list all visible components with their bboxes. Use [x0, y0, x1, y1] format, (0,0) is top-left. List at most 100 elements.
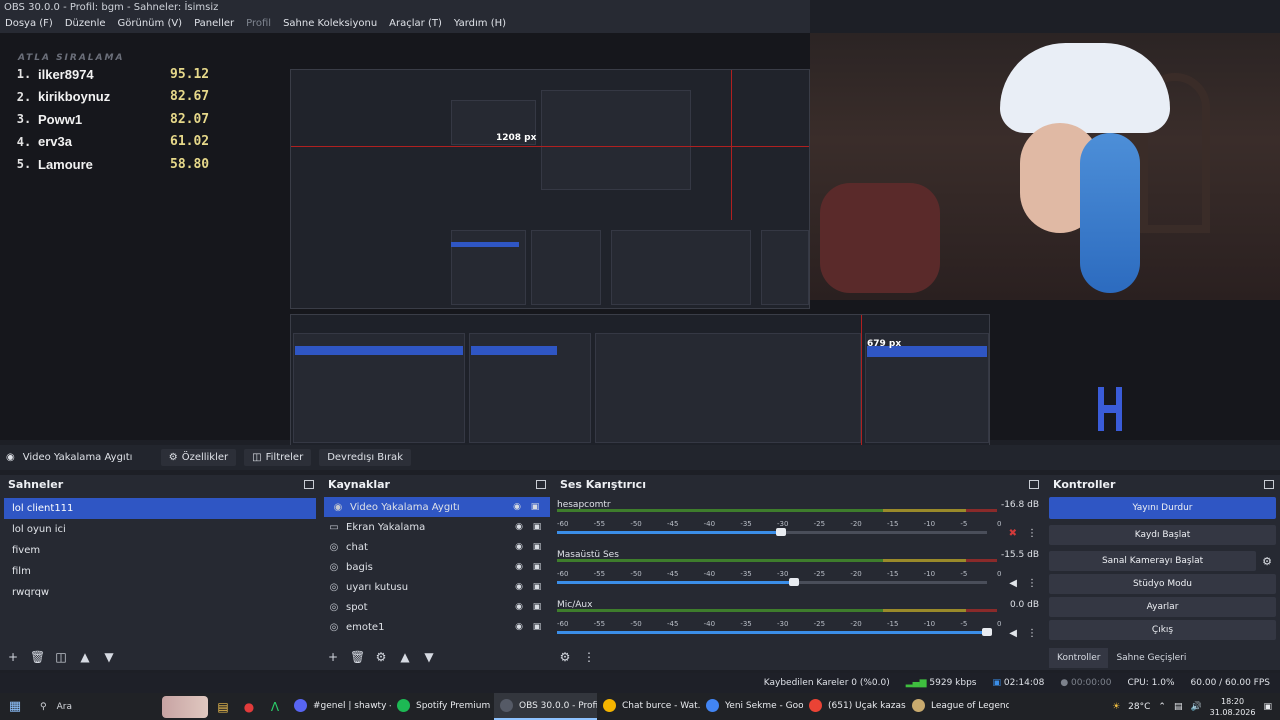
visibility-eye-icon[interactable]: ◉	[510, 582, 528, 592]
taskbar-search[interactable]: ⚲ Ara	[30, 693, 160, 720]
undock-icon[interactable]	[536, 480, 546, 489]
app-green-icon[interactable]: Λ	[262, 693, 288, 720]
menu-item[interactable]: Araçlar (T)	[389, 15, 442, 33]
visibility-eye-icon[interactable]: ◉	[510, 562, 528, 572]
lock-icon[interactable]: ▣	[528, 602, 546, 612]
move-down-icon[interactable]: ▼	[422, 650, 436, 664]
more-options-icon[interactable]: ⋮	[1027, 628, 1037, 639]
visibility-eye-icon[interactable]: ◉	[510, 542, 528, 552]
more-options-icon[interactable]: ⋮	[1027, 528, 1037, 539]
source-item[interactable]: ◎ chat ◉ ▣	[320, 537, 552, 557]
menu-item[interactable]: Görünüm (V)	[118, 15, 183, 33]
source-item[interactable]: ◉ Video Yakalama Aygıtı ◉ ▣	[324, 497, 550, 517]
menu-item[interactable]: Sahne Koleksiyonu	[283, 15, 377, 33]
app-red-icon[interactable]: ●	[236, 693, 262, 720]
lock-icon[interactable]: ▣	[528, 562, 546, 572]
network-icon[interactable]: ▤	[1174, 702, 1183, 712]
scene-item[interactable]: rwqrqw	[4, 582, 316, 603]
stop-stream-button[interactable]: Yayını Durdur	[1049, 497, 1276, 519]
trash-icon[interactable]: 🗑	[350, 650, 365, 664]
volume-slider[interactable]	[557, 578, 987, 586]
scene-item[interactable]: fivem	[4, 540, 316, 561]
add-icon[interactable]: +	[326, 650, 340, 664]
exit-button[interactable]: Çıkış	[1049, 620, 1276, 640]
filters-button[interactable]: ◫ Filtreler	[244, 449, 312, 466]
move-up-icon[interactable]: ▲	[398, 650, 412, 664]
tab-scene-transitions[interactable]: Sahne Geçişleri	[1108, 648, 1194, 668]
trash-icon[interactable]: 🗑	[30, 650, 45, 664]
scene-filters-icon[interactable]: ◫	[54, 650, 68, 664]
meter-tick: -20	[850, 520, 862, 528]
lock-icon[interactable]: ▣	[528, 542, 546, 552]
tab-controls[interactable]: Kontroller	[1049, 648, 1109, 668]
more-options-icon[interactable]: ⋮	[582, 650, 596, 664]
undock-icon[interactable]	[1264, 480, 1274, 489]
preview-canvas[interactable]: ATLA SIRALAMA 1. ilker8974 95.12 2. kirikboy…	[0, 33, 1280, 466]
visibility-eye-icon[interactable]: ◉	[510, 602, 528, 612]
virtual-camera-button[interactable]: Sanal Kamerayı Başlat	[1049, 551, 1257, 571]
source-item[interactable]: ▭ Ekran Yakalama ◉ ▣	[320, 517, 552, 537]
menu-item[interactable]: Düzenle	[65, 15, 106, 33]
taskbar-app[interactable]: #genel | shawty - ...	[288, 693, 391, 720]
start-record-button[interactable]: Kaydı Başlat	[1049, 525, 1276, 545]
source-item[interactable]: ◎ bagis ◉ ▣	[320, 557, 552, 577]
notification-icon[interactable]: ▣	[1263, 702, 1272, 712]
move-down-icon[interactable]: ▼	[102, 650, 116, 664]
add-icon[interactable]: +	[6, 650, 20, 664]
studio-mode-button[interactable]: Stüdyo Modu	[1049, 574, 1276, 594]
windows-start-icon[interactable]: ▦	[0, 699, 30, 714]
source-item[interactable]: ◎ uyarı kutusu ◉ ▣	[320, 577, 552, 597]
gear-icon[interactable]: ⚙	[1262, 555, 1272, 568]
undock-icon[interactable]	[1029, 480, 1039, 489]
cpu-usage: CPU: 1.0%	[1127, 678, 1175, 688]
source-item[interactable]: ◎ emote1 ◉ ▣	[320, 617, 552, 637]
mixer-channel: Masaüstü Ses -15.5 dB -60 -55 -50 -45 -40 -35 -3…	[552, 548, 1045, 598]
scene-item[interactable]: lol oyun ici	[4, 519, 316, 540]
undock-icon[interactable]	[304, 480, 314, 489]
meter-tick: -15	[887, 570, 899, 578]
gear-icon[interactable]: ⚙	[374, 650, 388, 664]
deactivate-button[interactable]: Devredışı Bırak	[319, 449, 411, 466]
menu-item[interactable]: Paneller	[194, 15, 234, 33]
volume-slider[interactable]	[557, 528, 987, 536]
more-options-icon[interactable]: ⋮	[1027, 578, 1037, 589]
clock[interactable]: 18:20 31.08.2026	[1210, 696, 1256, 718]
muted-speaker-icon[interactable]: ✖	[1009, 528, 1017, 539]
taskbar-app[interactable]: OBS 30.0.0 - Profil...	[494, 693, 597, 720]
scene-item[interactable]: lol client111	[4, 498, 316, 519]
volume-icon[interactable]: 🔊	[1190, 702, 1201, 712]
volume-knob[interactable]	[775, 528, 786, 536]
volume-slider[interactable]	[557, 628, 992, 636]
menu-item[interactable]: Yardım (H)	[454, 15, 506, 33]
taskbar-app[interactable]: Yeni Sekme - Goo...	[700, 693, 803, 720]
volume-knob[interactable]	[788, 578, 799, 586]
visibility-eye-icon[interactable]: ◉	[510, 622, 528, 632]
lock-icon[interactable]: ▣	[528, 522, 546, 532]
camera-icon: ◉	[333, 501, 343, 513]
settings-button[interactable]: Ayarlar	[1049, 597, 1276, 617]
tray-expand-icon[interactable]: ⌃	[1158, 702, 1166, 712]
folder-icon[interactable]: ▤	[210, 693, 236, 720]
lock-icon[interactable]: ▣	[526, 502, 544, 512]
volume-knob[interactable]	[982, 628, 992, 636]
meter-tick: -5	[960, 570, 968, 578]
visibility-eye-icon[interactable]: ◉	[510, 522, 528, 532]
properties-button[interactable]: ⚙ Özellikler	[160, 449, 237, 466]
search-highlight-icon[interactable]	[160, 693, 210, 720]
speaker-icon[interactable]: ◀	[1009, 578, 1017, 589]
source-item[interactable]: ◎ spot ◉ ▣	[320, 597, 552, 617]
weather-icon[interactable]: ☀	[1112, 702, 1120, 712]
taskbar-app[interactable]: (651) Uçak kazası !...	[803, 693, 906, 720]
mixer-settings-icon[interactable]: ⚙	[558, 650, 572, 664]
taskbar-app[interactable]: Chat burce - Wat...	[597, 693, 700, 720]
menu-item[interactable]: Dosya (F)	[5, 15, 53, 33]
lock-icon[interactable]: ▣	[528, 582, 546, 592]
move-up-icon[interactable]: ▲	[78, 650, 92, 664]
lock-icon[interactable]: ▣	[528, 622, 546, 632]
speaker-icon[interactable]: ◀	[1009, 628, 1017, 639]
scene-item[interactable]: film	[4, 561, 316, 582]
taskbar-app[interactable]: League of Legends	[906, 693, 1009, 720]
temperature: 28°C	[1128, 701, 1151, 712]
visibility-eye-icon[interactable]: ◉	[508, 502, 526, 512]
taskbar-app[interactable]: Spotify Premium	[391, 693, 494, 720]
